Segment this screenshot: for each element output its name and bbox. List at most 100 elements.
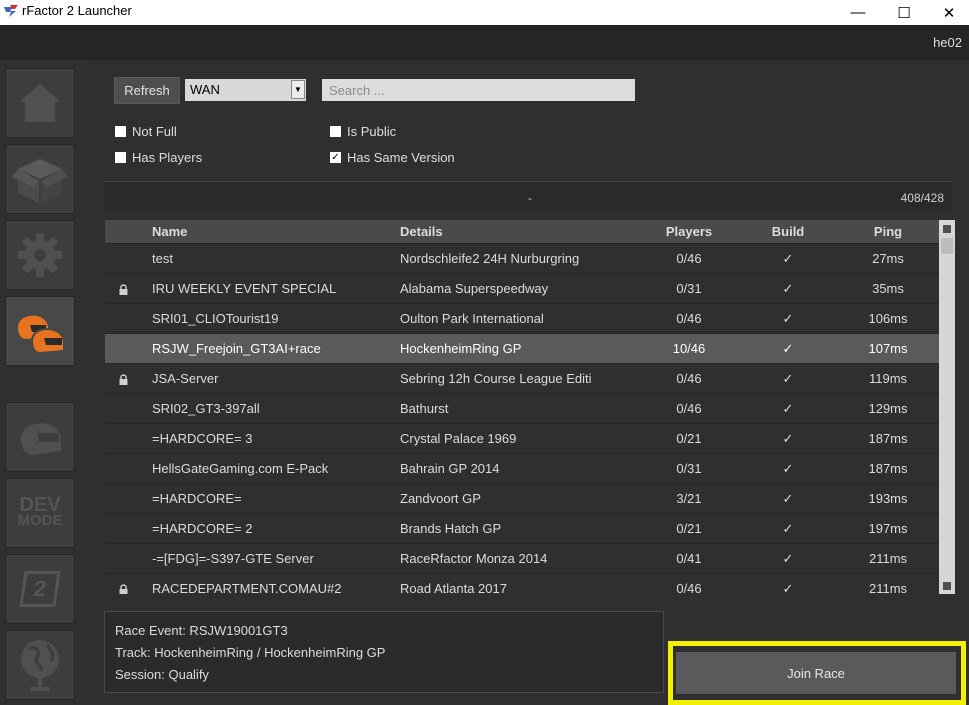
row-ping: 187ms <box>868 461 908 476</box>
row-name: IRU WEEKLY EVENT SPECIAL <box>152 281 337 296</box>
row-details: Bahrain GP 2014 <box>400 461 500 476</box>
row-ping: 107ms <box>868 341 908 356</box>
row-build-check-icon: ✓ <box>782 371 794 386</box>
table-row[interactable]: RSJW_Freejoin_GT3AI+race HockenheimRing G… <box>105 333 939 363</box>
sidebar-item-community[interactable] <box>5 630 75 700</box>
scroll-up-button[interactable] <box>943 225 951 233</box>
row-build-check-icon: ✓ <box>782 401 794 416</box>
not-full-label: Not Full <box>132 124 177 139</box>
join-race-button[interactable]: Join Race <box>676 652 956 694</box>
same-version-checkbox-box[interactable]: ✓ <box>330 152 341 163</box>
table-row[interactable]: =HARDCORE= Zandvoort GP 3/21 ✓ 193ms <box>105 483 939 513</box>
title-bar: rFactor 2 Launcher — ☐ ✕ <box>0 0 969 25</box>
row-ping: 35ms <box>872 281 904 296</box>
search-input[interactable] <box>322 79 635 101</box>
table-scrollbar[interactable] <box>939 220 955 594</box>
column-header-players[interactable]: Players <box>649 224 729 239</box>
table-row[interactable]: test Nordschleife2 24H Nurburgring 0/46 ✓ 27… <box>105 243 939 273</box>
table-row[interactable]: SRI01_CLIOTourist19 Oulton Park Internati… <box>105 303 939 333</box>
row-details: Sebring 12h Course League Editi <box>400 371 592 386</box>
server-count: 408/428 <box>900 191 944 205</box>
row-name: test <box>152 251 173 266</box>
minimize-icon: — <box>850 4 866 21</box>
row-details: Alabama Superspeedway <box>400 281 549 296</box>
sidebar: DEV MODE 2 <box>0 60 87 705</box>
column-header-ping[interactable]: Ping <box>848 224 928 239</box>
minimize-button[interactable]: — <box>835 0 881 25</box>
same-version-checkbox[interactable]: ✓ Has Same Version <box>330 150 455 165</box>
globe-icon <box>21 640 59 691</box>
table-row[interactable]: =HARDCORE= 3 Crystal Palace 1969 0/21 ✓ 187m… <box>105 423 939 453</box>
rf2-logo-icon: 2 <box>19 571 61 607</box>
table-body: test Nordschleife2 24H Nurburgring 0/46 ✓ 27… <box>105 243 939 594</box>
is-public-checkbox[interactable]: Is Public <box>330 124 396 139</box>
close-button[interactable]: ✕ <box>926 0 969 25</box>
row-build-check-icon: ✓ <box>782 491 794 506</box>
table-row[interactable]: SRI02_GT3-397all Bathurst 0/46 ✓ 129ms <box>105 393 939 423</box>
row-name: -=[FDG]=-S397-GTE Server <box>152 551 314 566</box>
gear-icon <box>18 233 62 277</box>
has-players-checkbox[interactable]: Has Players <box>115 150 202 165</box>
table-header: Name Details Players Build Ping <box>105 220 939 243</box>
row-players: 0/46 <box>676 581 702 594</box>
refresh-button[interactable]: Refresh <box>114 77 180 104</box>
table-row[interactable]: HellsGateGaming.com E-Pack Bahrain GP 201… <box>105 453 939 483</box>
sidebar-item-home[interactable] <box>5 68 75 138</box>
not-full-checkbox-box[interactable] <box>115 126 126 137</box>
sidebar-item-single-player[interactable] <box>5 402 75 472</box>
row-players: 0/21 <box>676 521 702 536</box>
row-details: Crystal Palace 1969 <box>400 431 517 446</box>
row-players: 0/46 <box>676 371 702 386</box>
network-select[interactable]: WAN ▼ <box>185 79 306 101</box>
server-browser: Refresh WAN ▼ Not Full Is Public Has Pla… <box>87 60 969 705</box>
row-ping: 187ms <box>868 431 908 446</box>
row-ping: 119ms <box>868 371 908 386</box>
maximize-button[interactable]: ☐ <box>881 0 927 25</box>
scroll-thumb[interactable] <box>941 238 953 254</box>
race-event-text: Race Event: RSJW19001GT3 <box>115 623 288 638</box>
not-full-checkbox[interactable]: Not Full <box>115 124 177 139</box>
box-icon <box>12 159 68 203</box>
sidebar-item-multiplayer[interactable] <box>5 296 75 366</box>
sidebar-item-rfactor2[interactable]: 2 <box>5 554 75 624</box>
is-public-checkbox-box[interactable] <box>330 126 341 137</box>
row-players: 0/46 <box>676 251 702 266</box>
table-row[interactable]: -=[FDG]=-S397-GTE Server RaceRfactor Monz… <box>105 543 939 573</box>
row-build-check-icon: ✓ <box>782 431 794 446</box>
helmets-icon <box>18 315 65 355</box>
table-row[interactable]: RACEDEPARTMENT.COMAU#2 Road Atlanta 2017 0… <box>105 573 939 594</box>
row-players: 0/46 <box>676 401 702 416</box>
is-public-label: Is Public <box>347 124 397 139</box>
row-details: Road Atlanta 2017 <box>400 581 507 594</box>
username-label[interactable]: he02 <box>933 35 962 50</box>
row-players: 0/31 <box>676 281 702 296</box>
row-players: 3/21 <box>676 491 702 506</box>
status-bar: - 408/428 <box>104 182 952 212</box>
row-details: HockenheimRing GP <box>400 341 522 356</box>
column-header-name[interactable]: Name <box>152 224 392 239</box>
scroll-down-button[interactable] <box>943 582 951 590</box>
row-build-check-icon: ✓ <box>782 251 794 266</box>
server-details-panel: Race Event: RSJW19001GT3 Track: Hockenhe… <box>104 611 664 693</box>
sidebar-item-dev-mode[interactable]: DEV MODE <box>5 478 75 548</box>
server-table: Name Details Players Build Ping test Nord… <box>105 220 939 594</box>
table-row[interactable]: IRU WEEKLY EVENT SPECIAL Alabama Superspe… <box>105 273 939 303</box>
table-row[interactable]: =HARDCORE= 2 Brands Hatch GP 0/21 ✓ 197ms <box>105 513 939 543</box>
row-name: RACEDEPARTMENT.COMAU#2 <box>152 581 342 594</box>
row-ping: 27ms <box>872 251 904 266</box>
row-name: SRI02_GT3-397all <box>152 401 260 416</box>
sidebar-item-content[interactable] <box>5 144 75 214</box>
column-header-details[interactable]: Details <box>400 224 645 239</box>
row-build-check-icon: ✓ <box>782 581 794 594</box>
chevron-down-icon[interactable]: ▼ <box>291 80 305 99</box>
row-details: RaceRfactor Monza 2014 <box>400 551 548 566</box>
row-ping: 211ms <box>868 581 908 594</box>
row-build-check-icon: ✓ <box>782 461 794 476</box>
table-row[interactable]: JSA-Server Sebring 12h Course League Edit… <box>105 363 939 393</box>
row-build-check-icon: ✓ <box>782 341 794 356</box>
column-header-build[interactable]: Build <box>748 224 828 239</box>
row-name: =HARDCORE= 3 <box>152 431 253 446</box>
row-players: 10/46 <box>672 341 706 356</box>
has-players-checkbox-box[interactable] <box>115 152 126 163</box>
sidebar-item-settings[interactable] <box>5 220 75 290</box>
